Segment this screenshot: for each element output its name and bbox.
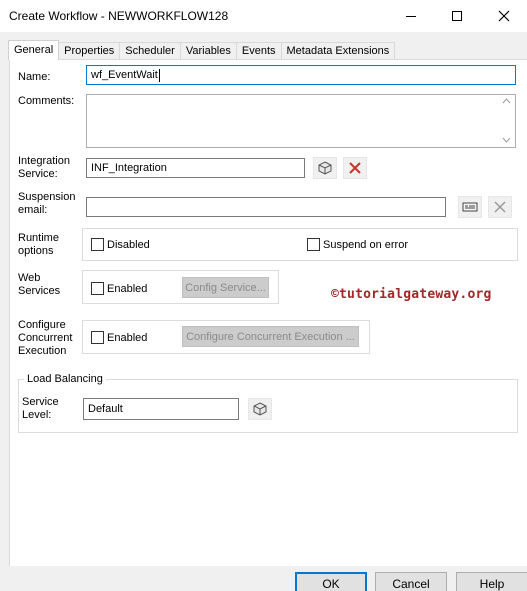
comments-label: Comments: <box>18 95 75 107</box>
runtime-options-label-line2: options <box>18 245 54 257</box>
service-level-input[interactable]: Default <box>83 398 239 420</box>
tab-events[interactable]: Events <box>235 42 282 60</box>
disabled-checkbox-label: Disabled <box>107 239 150 251</box>
window-title: Create Workflow - NEWWORKFLOW128 <box>9 9 229 23</box>
clear-icon <box>494 201 506 213</box>
suspension-email-label-line1: Suspension <box>18 191 76 203</box>
ok-button[interactable]: OK <box>295 572 367 591</box>
concurrent-execution-enabled-label: Enabled <box>107 332 148 344</box>
name-value: wf_EventWait <box>91 69 158 81</box>
browse-service-icon <box>318 161 332 175</box>
name-input[interactable]: wf_EventWait <box>86 65 516 85</box>
help-button[interactable]: Help <box>456 572 527 591</box>
suspension-email-label-line2: email: <box>18 204 48 216</box>
tab-properties[interactable]: Properties <box>58 42 121 60</box>
clear-email-button[interactable] <box>488 196 512 218</box>
web-services-label-line2: Services <box>18 285 61 297</box>
integration-service-label-line2: Service: <box>18 168 58 180</box>
tab-variables[interactable]: Variables <box>179 42 237 60</box>
web-services-label-line1: Web <box>18 272 41 284</box>
integration-service-value: INF_Integration <box>91 162 167 174</box>
disabled-checkbox[interactable] <box>91 238 104 251</box>
email-icon <box>462 202 478 212</box>
comments-textarea[interactable] <box>86 94 516 148</box>
suspend-on-error-checkbox[interactable] <box>307 238 320 251</box>
title-bar: Create Workflow - NEWWORKFLOW128 <box>0 0 527 32</box>
suspension-email-input[interactable] <box>86 197 446 217</box>
scroll-down-icon[interactable] <box>502 137 511 143</box>
close-icon <box>498 10 510 22</box>
tab-general[interactable]: General <box>8 40 60 60</box>
scroll-up-icon[interactable] <box>502 98 511 104</box>
remove-integration-service-button[interactable] <box>343 157 367 179</box>
tab-metadata-extensions[interactable]: Metadata Extensions <box>280 42 396 60</box>
web-services-enabled-checkbox[interactable] <box>91 282 104 295</box>
config-service-button[interactable]: Config Service... <box>182 277 269 298</box>
integration-service-input[interactable]: INF_Integration <box>86 158 305 178</box>
close-button[interactable] <box>481 0 527 32</box>
tab-strip: General Properties Scheduler Variables E… <box>8 40 396 60</box>
integration-service-label-line1: Integration <box>18 155 70 167</box>
service-level-label-line2: Level: <box>22 409 52 421</box>
load-balancing-legend: Load Balancing <box>24 373 106 385</box>
minimize-icon <box>406 15 416 17</box>
service-level-label-line1: Service <box>22 396 59 408</box>
email-address-button[interactable] <box>458 196 482 218</box>
watermark-text: ©tutorialgateway.org <box>331 287 492 302</box>
cancel-button[interactable]: Cancel <box>375 572 447 591</box>
minimize-button[interactable] <box>388 0 434 32</box>
name-label: Name: <box>18 71 51 83</box>
maximize-button[interactable] <box>434 0 480 32</box>
browse-integration-service-button[interactable] <box>313 157 337 179</box>
browse-service-level-button[interactable] <box>248 398 272 420</box>
runtime-options-label-line1: Runtime <box>18 232 59 244</box>
web-services-enabled-label: Enabled <box>107 283 148 295</box>
suspend-on-error-label: Suspend on error <box>323 239 408 251</box>
tab-scheduler[interactable]: Scheduler <box>119 42 181 60</box>
maximize-icon <box>452 11 462 21</box>
text-cursor <box>158 68 160 82</box>
concurrent-execution-label-line2: Concurrent <box>18 332 73 344</box>
concurrent-execution-label-line3: Execution <box>18 345 67 357</box>
concurrent-execution-enabled-checkbox[interactable] <box>91 331 104 344</box>
configure-concurrent-execution-button[interactable]: Configure Concurrent Execution ... <box>182 326 359 347</box>
delete-icon <box>349 162 361 174</box>
concurrent-execution-label-line1: Configure <box>18 319 66 331</box>
service-level-value: Default <box>88 403 123 415</box>
browse-service-level-icon <box>253 402 267 416</box>
